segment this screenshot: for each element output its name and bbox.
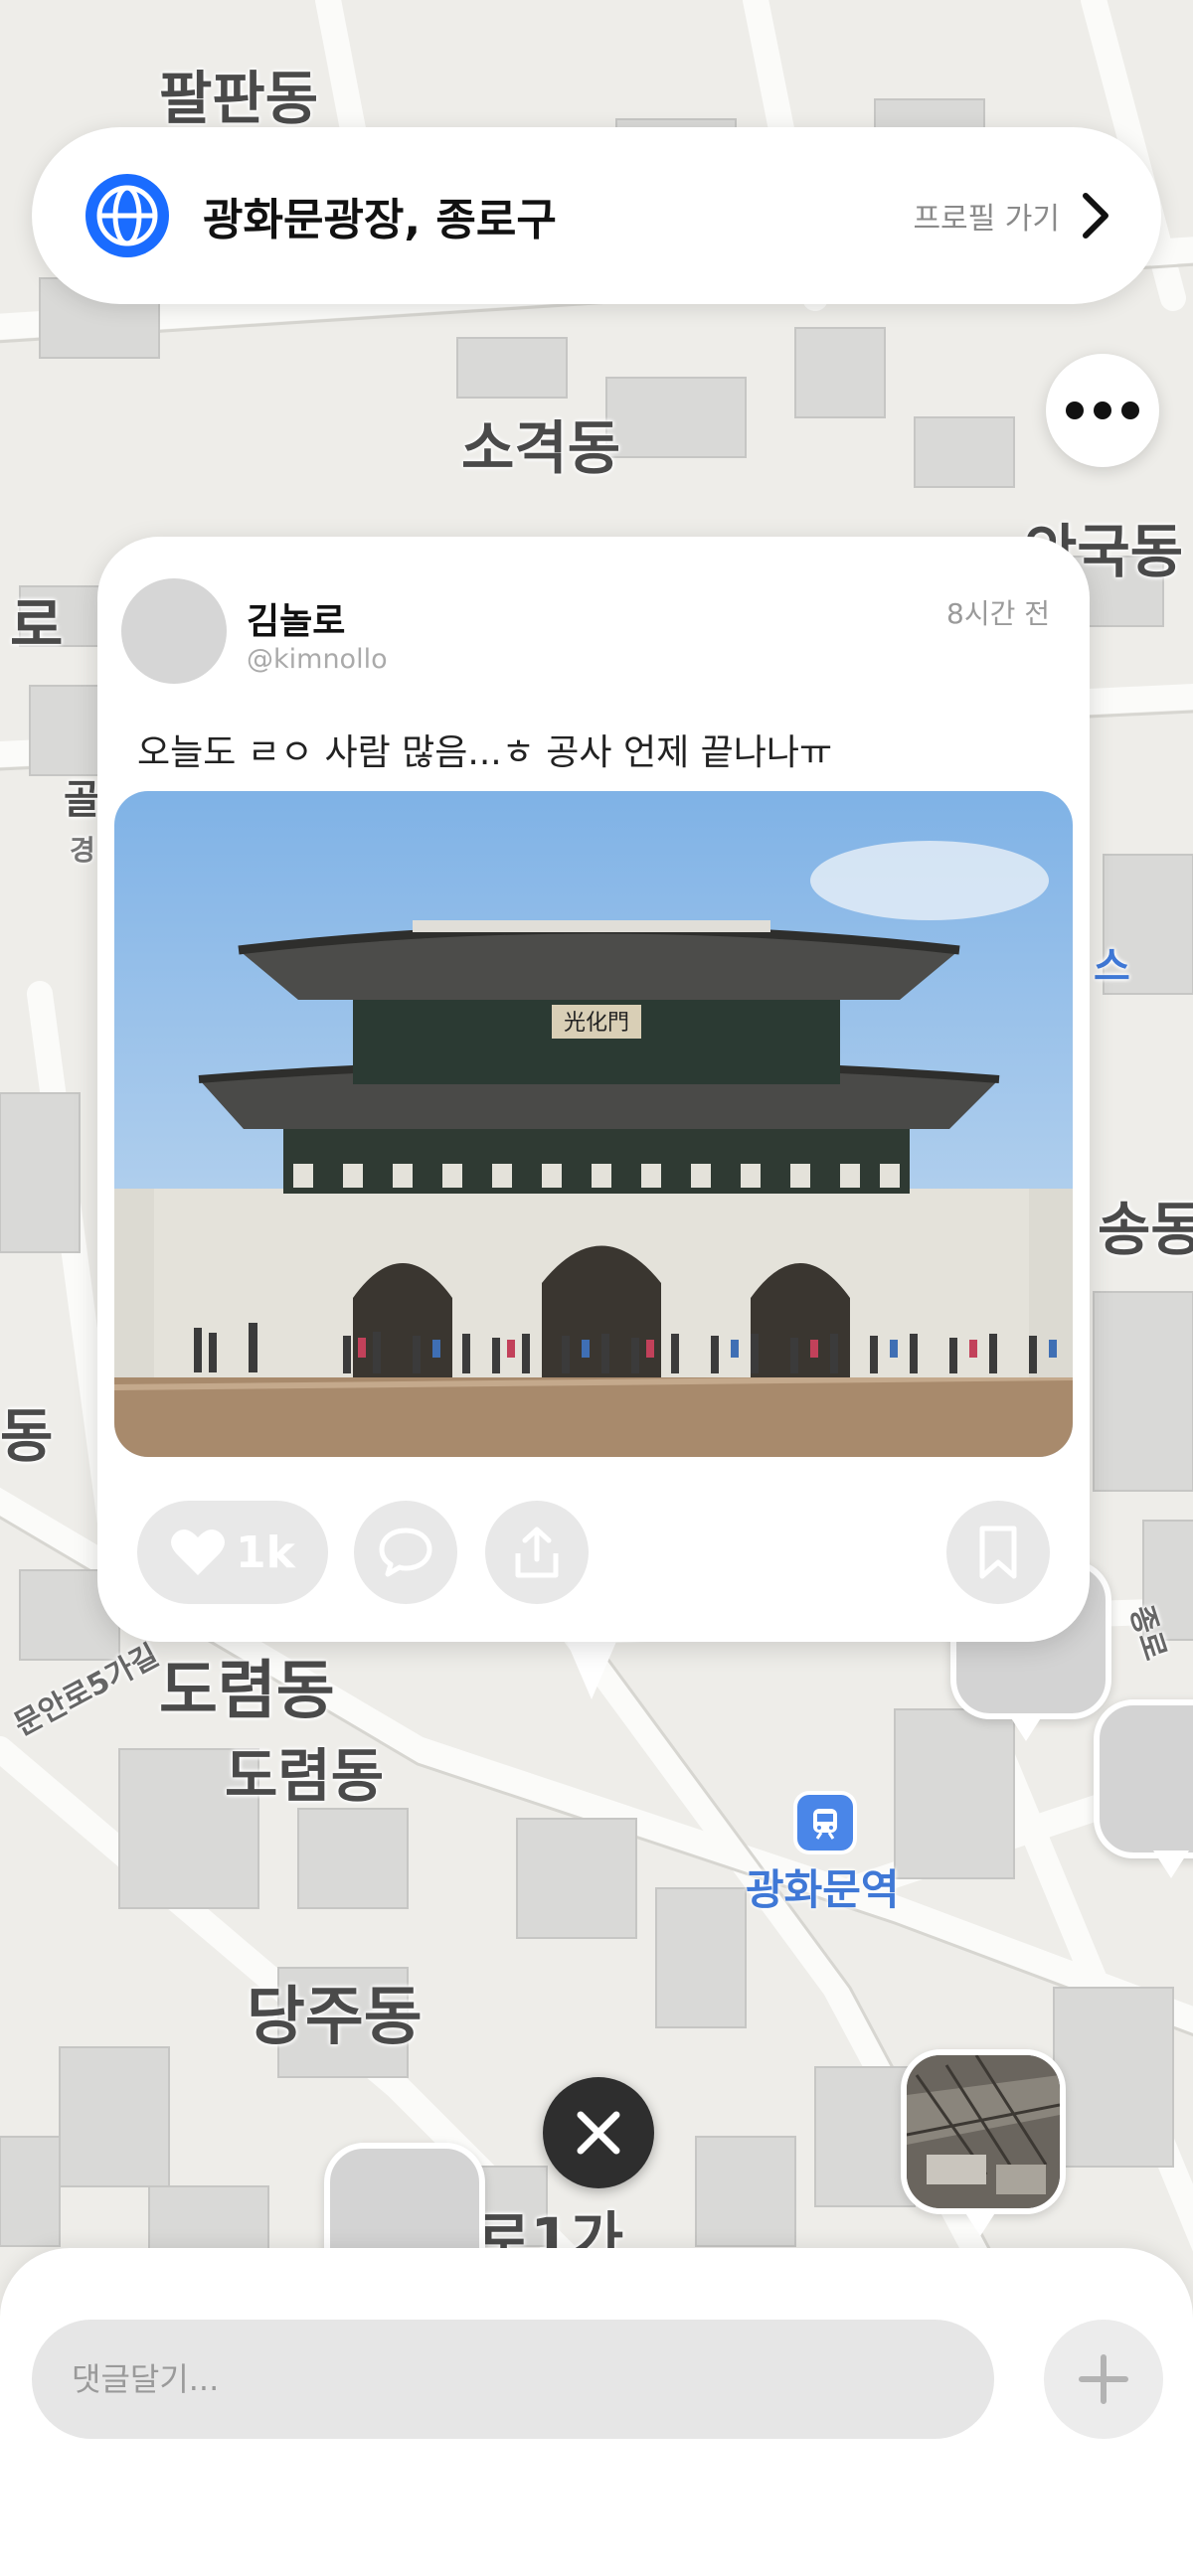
station-name[interactable]: 광화문역 [746,1856,900,1917]
map-label-doryeom-dong: 도렴동 [159,1655,335,1728]
gwanghwamun-photo: 光化門 [114,791,1073,1457]
map-label-station-partial: 스 [1094,944,1130,990]
comment-button[interactable] [354,1501,457,1604]
map-label-dangju-dong: 당주동 [247,1981,423,2054]
close-button[interactable] [543,2077,654,2188]
post-photo[interactable]: 光化門 [114,791,1073,1457]
add-button[interactable] [1044,2320,1163,2439]
map-label-sogyeok-dong: 소격동 [461,414,621,482]
post-card[interactable]: 김놀로 @kimnollo 8시간 전 오늘도 ㄹㅇ 사람 많음...ㅎ 공사 … [97,537,1090,1642]
share-icon [515,1527,559,1578]
post-time: 8시간 전 [946,597,1050,630]
map-label-gyeong: 경 [70,834,95,867]
gate-sign: 光化門 [564,1011,629,1036]
map-label-song-dong: 송동 [1098,1196,1193,1263]
bookmark-icon [979,1526,1017,1579]
like-button[interactable]: 1k [137,1501,328,1604]
avatar[interactable] [121,578,227,684]
bookmark-button[interactable] [946,1501,1050,1604]
chevron-right-icon [1083,193,1108,239]
comment-bar [0,2248,1193,2576]
profile-link-label: 프로필 가기 [913,202,1060,237]
map-pin-tail [1008,1713,1044,1741]
location-title: 광화문광장, 종로구 [203,195,557,245]
subway-station-icon[interactable] [797,1795,853,1851]
post-actions: 1k [137,1501,1050,1604]
post-handle: @kimnollo [247,644,388,675]
share-button[interactable] [485,1501,589,1604]
close-icon [577,2111,620,2155]
like-count: 1k [236,1527,295,1578]
map-label-ro: 로 [10,591,64,659]
map-pin-tail [1153,1851,1189,1878]
more-dots-icon [1066,402,1139,419]
map-label-palpan-dong: 팔판동 [159,65,319,132]
photo-thumbnail [907,2055,1060,2208]
post-text: 오늘도 ㄹㅇ 사람 많음...ㅎ 공사 언제 끝나나ㅠ [137,732,833,773]
map-pin-photo[interactable] [901,2049,1066,2214]
map-label-gol: 골 [64,777,100,823]
speech-bubble-icon [379,1528,432,1577]
plus-icon [1079,2354,1128,2404]
map-pin[interactable] [1094,1699,1193,1858]
heart-icon [171,1529,226,1575]
comment-input[interactable] [32,2320,994,2439]
map-pin-tail [962,2208,998,2236]
location-header[interactable]: 광화문광장, 종로구 프로필 가기 [32,127,1161,304]
profile-link[interactable]: 프로필 가기 [913,192,1109,240]
map-label-doryeom-dong-2: 도렴동 [225,1742,385,1810]
map-label-dong: 동 [0,1402,54,1470]
more-options-button[interactable] [1046,354,1159,467]
post-author[interactable]: 김놀로 [247,592,345,644]
globe-icon [85,174,169,257]
